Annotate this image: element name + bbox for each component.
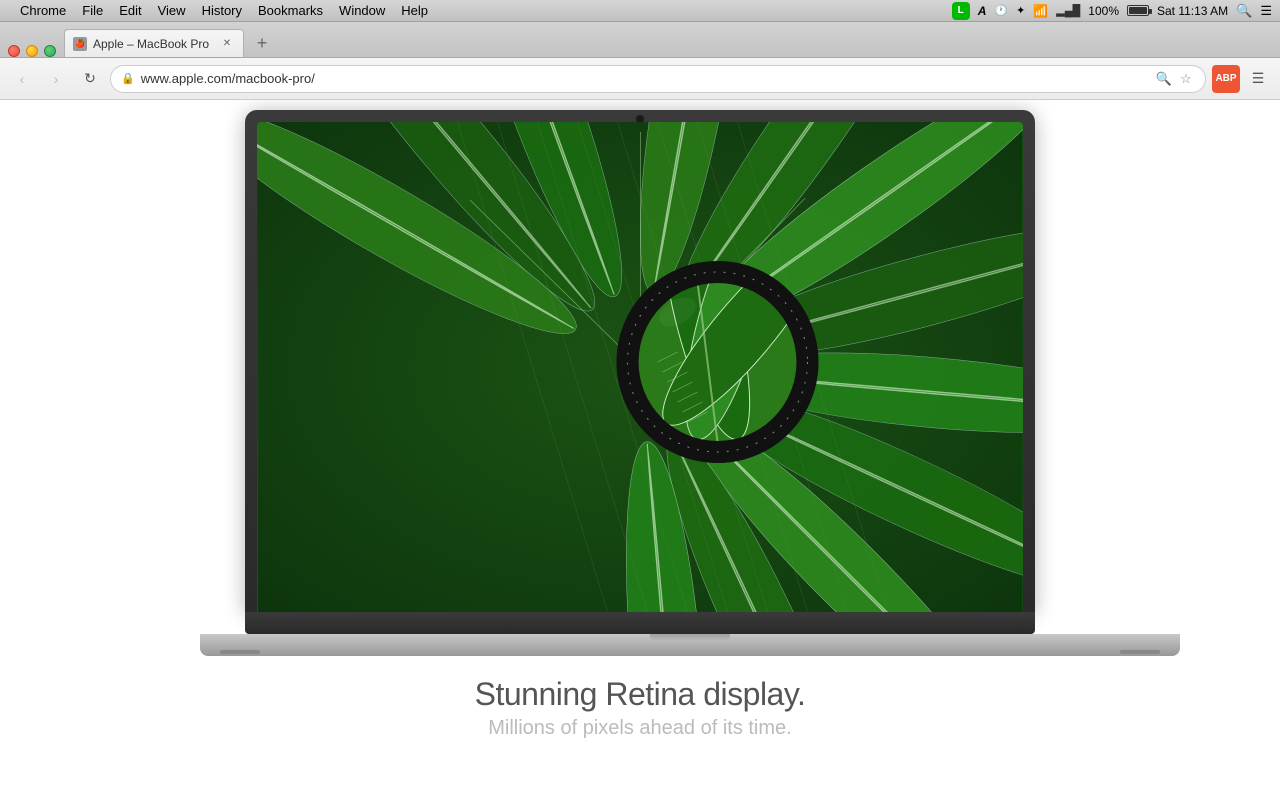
minimize-button[interactable]	[26, 45, 38, 57]
tab-title: Apple – MacBook Pro	[93, 37, 213, 51]
tab-close-button[interactable]: ✕	[219, 36, 235, 52]
line-icon: L	[952, 2, 970, 20]
menu-bar-right: L A 🕐 ✦ 📶 ▂▄█ 100% Sat 11:13 AM 🔍 ☰	[952, 2, 1272, 20]
adobe-icon: A	[978, 4, 987, 18]
macbook-frame	[245, 110, 1035, 612]
lock-icon: 🔒	[121, 72, 135, 85]
chrome-menu-button[interactable]: ☰	[1244, 65, 1272, 93]
page-headline: Stunning Retina display.	[475, 676, 806, 713]
reload-button[interactable]: ↻	[76, 65, 104, 93]
menu-bar: Chrome File Edit View History Bookmarks …	[0, 0, 1280, 22]
page-text: Stunning Retina display. Millions of pix…	[475, 676, 806, 740]
close-button[interactable]	[8, 45, 20, 57]
notification-icon[interactable]: ☰	[1260, 3, 1272, 19]
battery-icon	[1127, 5, 1149, 16]
navigation-bar: ‹ › ↻ 🔒 www.apple.com/macbook-pro/ 🔍 ☆ A…	[0, 58, 1280, 100]
macbook-screen-wrapper	[245, 110, 1035, 634]
bookmark-star-icon[interactable]: ☆	[1177, 70, 1195, 88]
wifi-icon: 📶	[1033, 4, 1048, 18]
web-content: Stunning Retina display. Millions of pix…	[0, 100, 1280, 800]
search-icon[interactable]: 🔍	[1155, 70, 1173, 88]
macbook-container: Stunning Retina display. Millions of pix…	[200, 110, 1080, 740]
browser-tab[interactable]: 🍎 Apple – MacBook Pro ✕	[64, 29, 244, 57]
macbook-bottom	[200, 634, 1180, 656]
maximize-button[interactable]	[44, 45, 56, 57]
battery-percent: 100%	[1088, 4, 1119, 18]
macbook-screen	[257, 122, 1023, 612]
menu-history[interactable]: History	[202, 3, 242, 18]
clock-icon: 🕐	[994, 4, 1008, 17]
macbook-chin	[245, 612, 1035, 634]
search-icon[interactable]: 🔍	[1236, 3, 1252, 19]
chrome-window: 🍎 Apple – MacBook Pro ✕ + ‹ › ↻ 🔒 www.ap…	[0, 22, 1280, 800]
menu-bar-items: Chrome File Edit View History Bookmarks …	[20, 3, 952, 18]
macbook-bottom-area	[200, 634, 1080, 656]
traffic-lights	[8, 45, 56, 57]
address-icons: 🔍 ☆	[1155, 70, 1195, 88]
tab-favicon: 🍎	[73, 37, 87, 51]
page-subheadline: Millions of pixels ahead of its time.	[475, 717, 806, 740]
menu-window[interactable]: Window	[339, 3, 385, 18]
menu-chrome[interactable]: Chrome	[20, 3, 66, 18]
new-tab-button[interactable]: +	[248, 29, 276, 57]
menu-help[interactable]: Help	[401, 3, 428, 18]
adblock-button[interactable]: ABP	[1212, 65, 1240, 93]
menu-bookmarks[interactable]: Bookmarks	[258, 3, 323, 18]
address-bar[interactable]: 🔒 www.apple.com/macbook-pro/ 🔍 ☆	[110, 65, 1206, 93]
menu-edit[interactable]: Edit	[119, 3, 141, 18]
macbook-foot-right	[1120, 650, 1160, 654]
macbook-foot-left	[220, 650, 260, 654]
menu-view[interactable]: View	[158, 3, 186, 18]
bluetooth-icon: ✦	[1016, 4, 1025, 17]
nav-right: ABP ☰	[1212, 65, 1272, 93]
forward-button[interactable]: ›	[42, 65, 70, 93]
menu-file[interactable]: File	[82, 3, 103, 18]
retina-display-image	[257, 122, 1023, 612]
signal-icon: ▂▄█	[1056, 4, 1080, 17]
tab-bar: 🍎 Apple – MacBook Pro ✕ +	[0, 22, 1280, 58]
url-text[interactable]: www.apple.com/macbook-pro/	[141, 71, 1149, 86]
macbook-base	[245, 612, 1035, 634]
back-button[interactable]: ‹	[8, 65, 36, 93]
current-time: Sat 11:13 AM	[1157, 4, 1228, 18]
